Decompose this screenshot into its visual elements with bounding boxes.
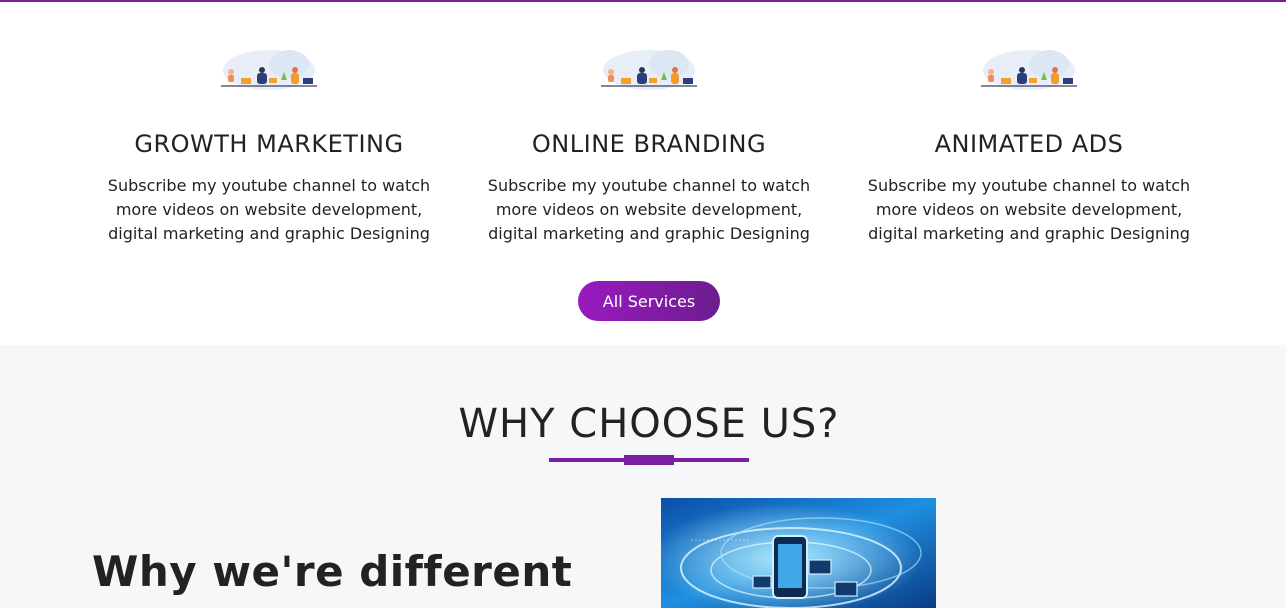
service-description: Subscribe my youtube channel to watch mo… — [867, 176, 1191, 243]
service-description: Subscribe my youtube channel to watch mo… — [107, 176, 431, 243]
service-title: ANIMATED ADS — [934, 130, 1124, 158]
services-section: GROWTH MARKETING Subscribe my youtube ch… — [0, 2, 1286, 345]
title-underline-accent — [624, 455, 674, 465]
service-title: ONLINE BRANDING — [531, 130, 767, 158]
service-title: GROWTH MARKETING — [134, 130, 404, 158]
section-title: WHY CHOOSE US? — [458, 401, 840, 447]
all-services-button[interactable]: All Services — [578, 281, 720, 321]
service-description: Subscribe my youtube channel to watch mo… — [487, 176, 811, 243]
team-illustration-icon — [981, 50, 1077, 90]
why-different-heading: Why we're different — [92, 547, 573, 596]
why-choose-us-section: WHY CHOOSE US? Why we're different — [0, 345, 1286, 608]
team-illustration-icon — [601, 50, 697, 90]
technology-network-image — [661, 498, 936, 608]
team-illustration-icon — [221, 50, 317, 90]
